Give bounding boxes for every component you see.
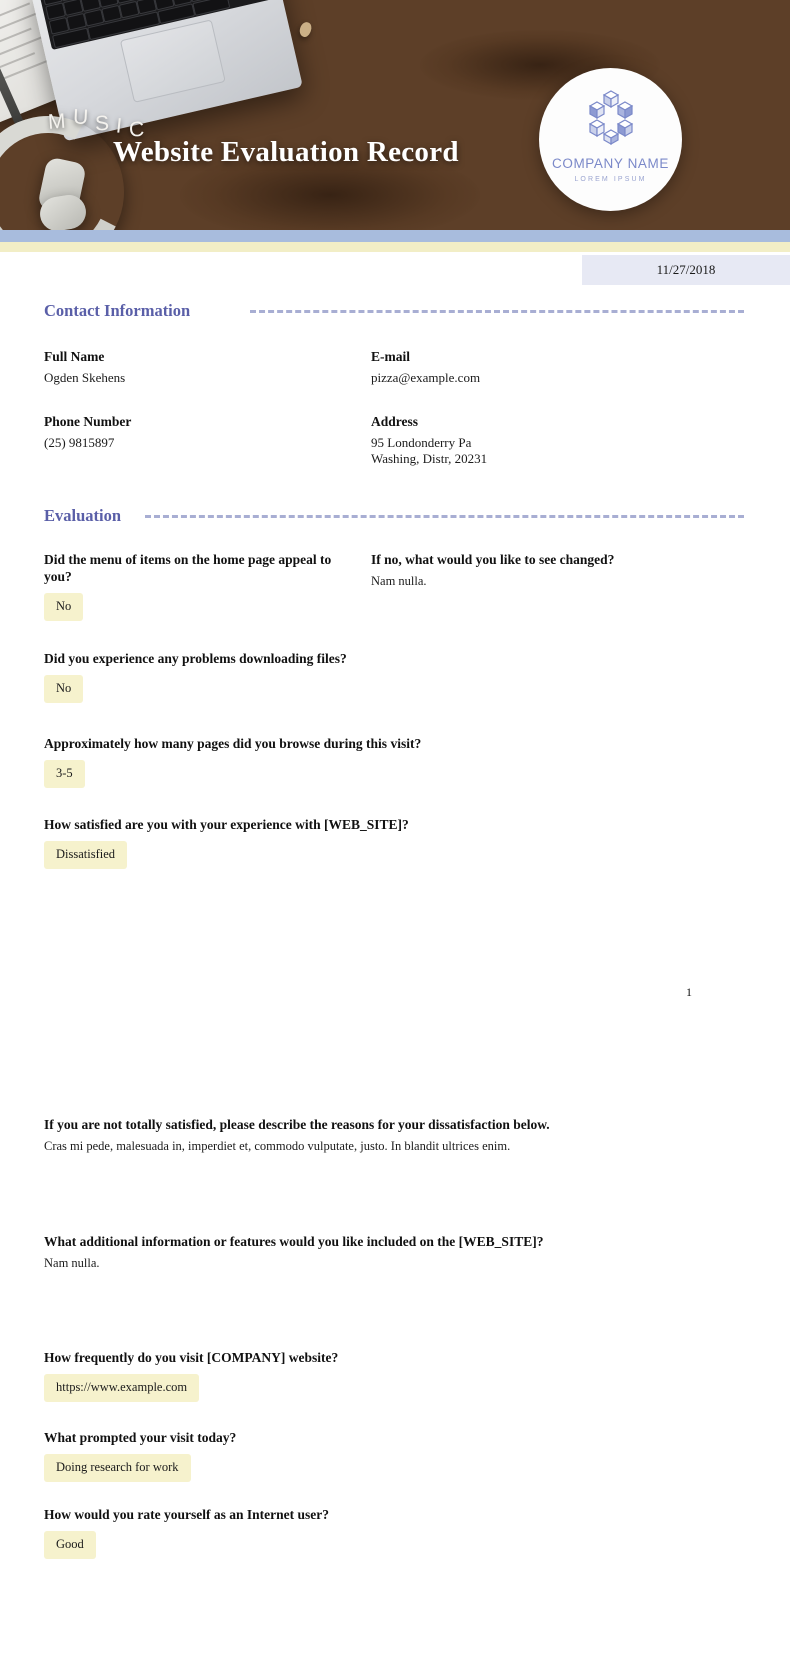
question-text: Approximately how many pages did you bro… [44, 736, 422, 751]
question-text: Did you experience any problems download… [44, 651, 347, 666]
question-pages-browsed: Approximately how many pages did you bro… [44, 735, 514, 788]
answer-chip[interactable]: No [44, 675, 84, 703]
field-address: Address 95 Londonderry Pa Washing, Distr… [371, 414, 487, 467]
section-header-contact: Contact Information [44, 301, 744, 321]
field-value: (25) 9815897 [44, 435, 115, 450]
date-badge: 11/27/2018 [582, 255, 790, 285]
field-full-name: Full Name Ogden Skehens [44, 349, 125, 386]
answer-chip[interactable]: 3-5 [44, 760, 85, 788]
answer-chip[interactable]: Dissatisfied [44, 841, 128, 869]
field-label: Phone Number [44, 414, 132, 429]
hero-banner: MUSIC Website Evaluation Record COMPANY … [0, 0, 790, 230]
question-text: How would you rate yourself as an Intern… [44, 1507, 329, 1522]
answer-chip[interactable]: Doing research for work [44, 1454, 191, 1482]
question-text: How satisfied are you with your experien… [44, 817, 409, 832]
question-visit-prompt: What prompted your visit today? Doing re… [44, 1429, 544, 1482]
field-phone-number: Phone Number (25) 9815897 [44, 414, 131, 451]
field-value-line-1: 95 Londonderry Pa [371, 435, 472, 450]
question-text: What prompted your visit today? [44, 1430, 237, 1445]
page-title: Website Evaluation Record [113, 136, 459, 168]
field-label: E-mail [371, 349, 410, 364]
field-value-line-2: Washing, Distr, 20231 [371, 451, 488, 466]
field-label: Address [371, 414, 419, 429]
question-satisfaction: How satisfied are you with your experien… [44, 816, 514, 869]
divider-bar-blue [0, 230, 790, 242]
field-value: pizza@example.com [371, 370, 481, 385]
field-email: E-mail pizza@example.com [371, 349, 480, 386]
answer-text: Cras mi pede, malesuada in, imperdiet et… [44, 1139, 511, 1153]
question-text: How frequently do you visit [COMPANY] we… [44, 1350, 339, 1365]
answer-chip[interactable]: Good [44, 1531, 96, 1559]
music-decor-word: MUSIC [47, 105, 152, 142]
isometric-cubes-icon [588, 90, 633, 146]
answer-text: Nam nulla. [44, 1256, 100, 1270]
answer-text: Nam nulla. [371, 574, 427, 588]
field-value: Ogden Skehens [44, 370, 126, 385]
question-text: What additional information or features … [44, 1234, 544, 1249]
question-text: Did the menu of items on the home page a… [44, 552, 332, 584]
question-what-changed: If no, what would you like to see change… [371, 551, 701, 589]
answer-chip[interactable]: No [44, 593, 84, 621]
question-internet-user-rating: How would you rate yourself as an Intern… [44, 1506, 544, 1559]
page-number: 1 [686, 985, 692, 999]
question-text: If no, what would you like to see change… [371, 552, 615, 567]
question-additional-features: What additional information or features … [44, 1233, 744, 1271]
question-visit-frequency: How frequently do you visit [COMPANY] we… [44, 1349, 544, 1402]
logo-company-name: COMPANY NAME [552, 156, 669, 171]
divider-bar-yellow [0, 242, 790, 252]
question-text: If you are not totally satisfied, please… [44, 1117, 550, 1132]
logo-tagline: LOREM IPSUM [574, 176, 647, 183]
section-title: Evaluation [44, 506, 122, 525]
company-logo-badge: COMPANY NAME LOREM IPSUM [539, 68, 682, 211]
question-dissatisfaction-reasons: If you are not totally satisfied, please… [44, 1116, 744, 1154]
laptop-trackpad [119, 19, 226, 103]
section-header-evaluation: Evaluation [44, 506, 744, 526]
section-divider [250, 309, 744, 313]
answer-chip[interactable]: https://www.example.com [44, 1374, 200, 1402]
field-label: Full Name [44, 349, 105, 364]
section-divider [145, 514, 744, 518]
question-download-problems: Did you experience any problems download… [44, 650, 464, 703]
question-menu-appeal: Did the menu of items on the home page a… [44, 551, 354, 621]
section-title: Contact Information [44, 301, 191, 320]
